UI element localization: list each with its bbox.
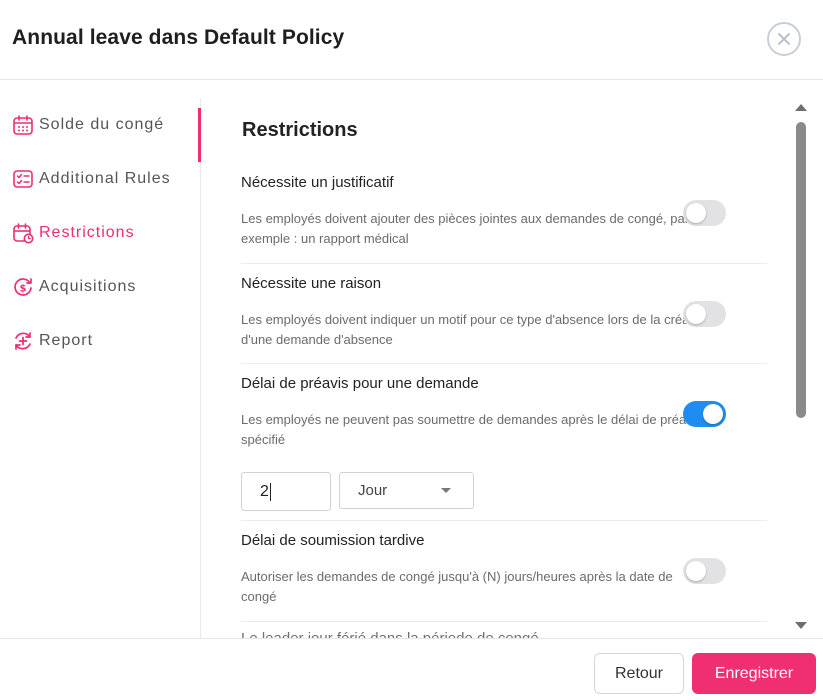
rule-title: Nécessite une raison <box>241 275 382 292</box>
sidebar-item-label: Acquisitions <box>39 278 137 295</box>
rule-title: Délai de préavis pour une demande <box>241 375 479 392</box>
calendar-grid-icon <box>11 113 35 137</box>
modal-title: Annual leave dans Default Policy <box>12 26 345 49</box>
soumission-tardive-toggle[interactable] <box>683 558 726 584</box>
raison-toggle[interactable] <box>683 301 726 327</box>
rule-description: Les employés ne peuvent pas soumettre de… <box>241 412 703 447</box>
section-title: Restrictions <box>242 119 358 141</box>
scroll-down-arrow[interactable] <box>795 622 807 629</box>
notice-unit-select[interactable]: Jour <box>339 472 474 509</box>
plus-refresh-icon <box>11 329 35 353</box>
close-button[interactable] <box>767 22 801 56</box>
sidebar-item-label: Solde du congé <box>39 116 165 133</box>
rule-description: Les employés doivent ajouter des pièces … <box>241 211 690 246</box>
divider <box>241 621 767 622</box>
sidebar-item-additional-rules[interactable]: Additional Rules <box>0 159 201 199</box>
rule-title: Délai de soumission tardive <box>241 532 425 549</box>
scroll-up-arrow[interactable] <box>795 104 807 111</box>
close-icon <box>778 33 790 45</box>
rule-title: Nécessite un justificatif <box>241 174 394 191</box>
calendar-clock-icon <box>11 221 35 245</box>
svg-text:$: $ <box>20 284 27 295</box>
save-button[interactable]: Enregistrer <box>692 653 816 694</box>
divider <box>241 263 767 264</box>
rule-description: Les employés doivent indiquer un motif p… <box>241 312 711 347</box>
rule-justificatif: Nécessite un justificatif Les employés d… <box>241 174 767 246</box>
rule-description: Autoriser les demandes de congé jusqu'à … <box>241 569 673 604</box>
sidebar-item-acquisitions[interactable]: $ Acquisitions <box>0 267 201 307</box>
chevron-down-icon <box>441 488 451 493</box>
notice-value: 2 <box>260 483 269 500</box>
preavis-toggle[interactable] <box>683 401 726 427</box>
justificatif-toggle[interactable] <box>683 200 726 226</box>
sidebar-item-solde[interactable]: Solde du congé <box>0 105 201 145</box>
sidebar-item-label: Restrictions <box>39 224 135 241</box>
modal-footer: Retour Enregistrer <box>0 638 823 700</box>
rule-raison: Nécessite une raison Les employés doiven… <box>241 275 767 347</box>
notice-value-input[interactable]: 2 <box>241 472 331 511</box>
modal-header: Annual leave dans Default Policy <box>0 0 823 80</box>
rule-preavis: Délai de préavis pour une demande Les em… <box>241 375 767 447</box>
scrollbar-thumb[interactable] <box>796 122 806 418</box>
sidebar-item-label: Additional Rules <box>39 170 171 187</box>
back-button[interactable]: Retour <box>594 653 684 694</box>
sidebar-item-report[interactable]: Report <box>0 321 201 361</box>
dollar-refresh-icon: $ <box>11 275 35 299</box>
divider <box>241 363 767 364</box>
next-rule-title: Le leader jour férié dans la période de … <box>241 630 539 638</box>
leave-policy-modal: Annual leave dans Default Policy Solde d… <box>0 0 823 700</box>
divider <box>241 520 767 521</box>
checklist-icon <box>11 167 35 191</box>
sidebar-nav: Solde du congé Additional Rules Restrict… <box>0 98 201 638</box>
notice-unit-value: Jour <box>358 482 388 499</box>
sidebar-item-restrictions[interactable]: Restrictions <box>0 213 201 253</box>
restrictions-panel: Restrictions Nécessite un justificatif L… <box>201 98 791 638</box>
sidebar-item-label: Report <box>39 332 94 349</box>
rule-soumission-tardive: Délai de soumission tardive Autoriser le… <box>241 532 767 604</box>
